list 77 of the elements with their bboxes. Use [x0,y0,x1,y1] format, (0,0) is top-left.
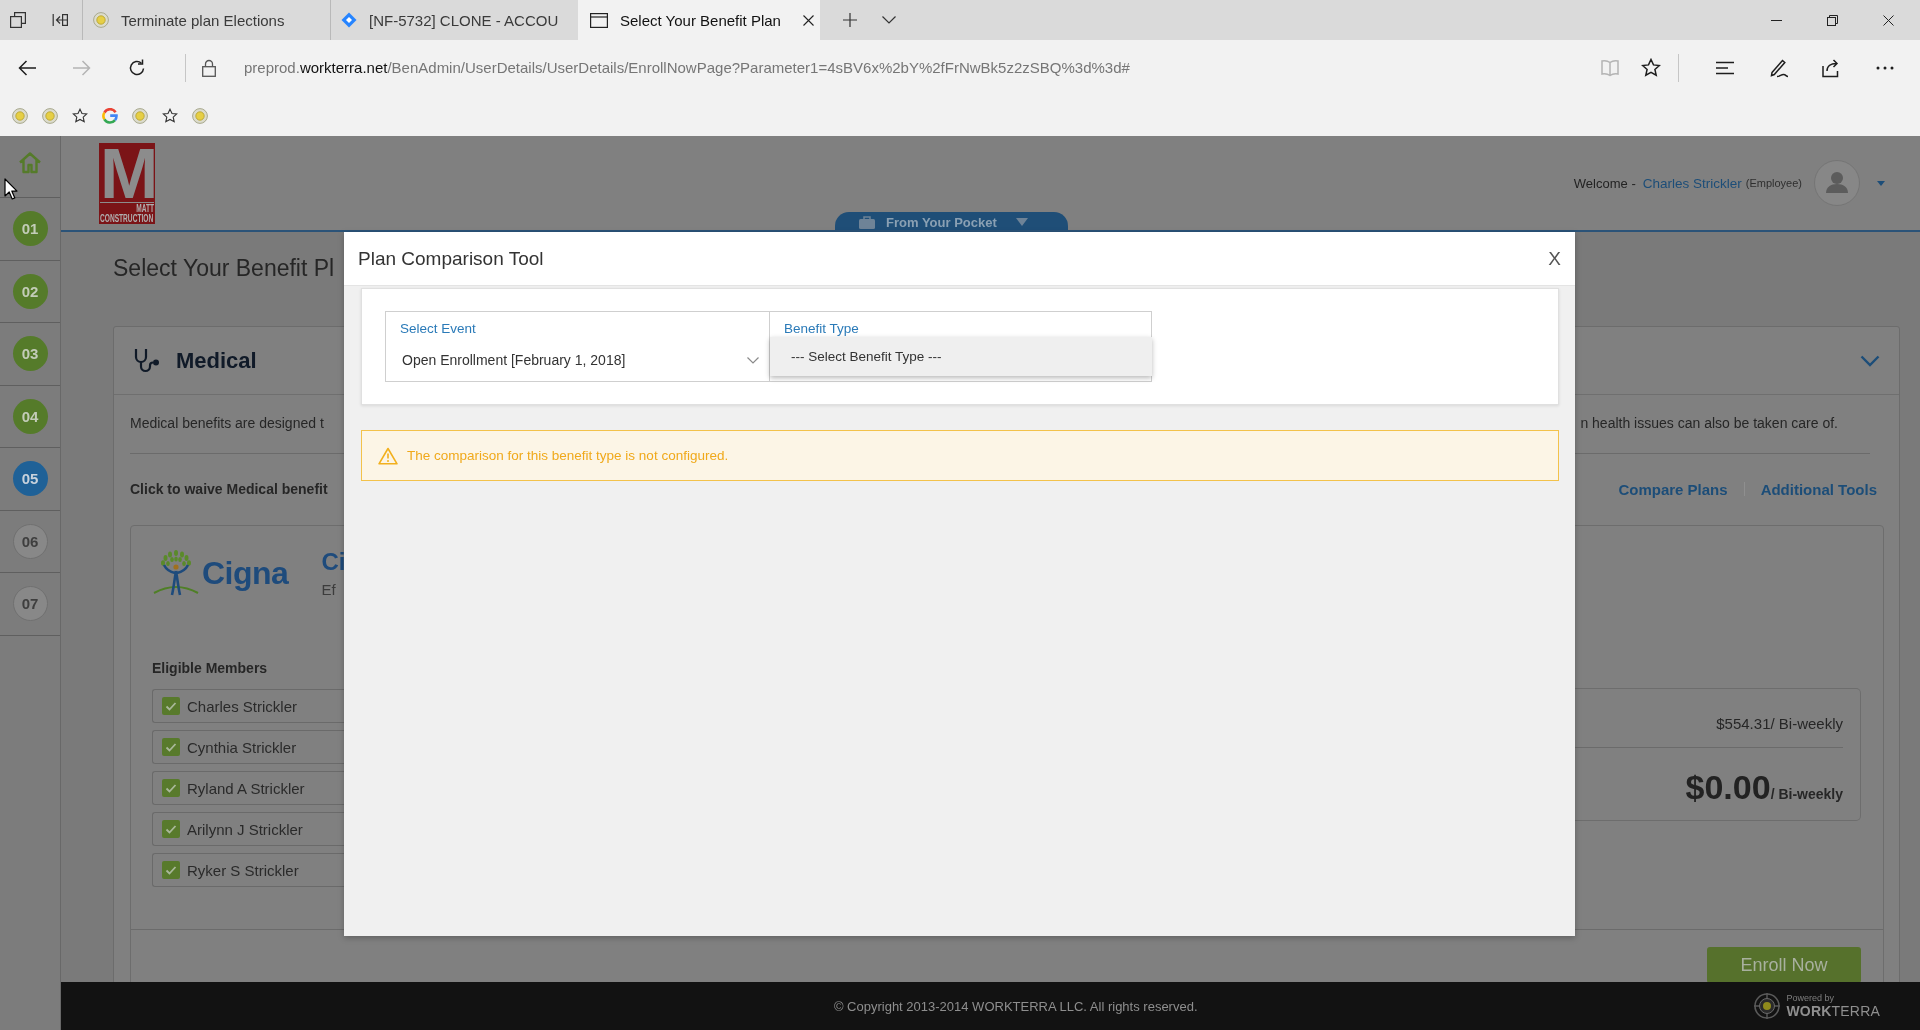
seal-icon[interactable] [192,107,208,124]
description-text: Medical benefits are designed t [130,414,324,432]
checkbox[interactable] [162,738,180,756]
diamond-icon [341,12,357,28]
seal-icon[interactable] [132,107,148,124]
step-button[interactable]: 05 [12,461,48,497]
arrow-to-bar-icon[interactable] [52,12,68,28]
restore-icon[interactable] [1827,14,1838,26]
star-icon[interactable] [72,107,88,124]
step-button[interactable]: 02 [12,273,48,309]
seal-icon[interactable] [42,107,58,124]
chevron-down-icon[interactable] [882,16,896,24]
logo-caption: CONSTRUCTION [100,213,154,224]
modal-title: Plan Comparison Tool [358,247,544,270]
members-heading: Eligible Members [152,659,269,677]
waive-link[interactable]: Click to waive Medical benefit [130,481,328,497]
member-name: Cynthia Strickler [187,738,297,756]
star-icon[interactable] [162,107,178,124]
page-title: Select Your Benefit Pl [113,254,335,282]
checkbox[interactable] [162,820,180,838]
welcome-text: Welcome - [1573,175,1636,191]
step-button[interactable]: 01 [12,211,48,247]
step-button[interactable]: 06 [12,523,48,559]
warning-icon [378,446,398,465]
plan-name: Ci [321,549,346,575]
close-icon[interactable] [803,14,814,26]
avatar-icon[interactable] [1814,160,1860,206]
tree-icon [152,549,200,597]
card-title: Medical [176,347,257,374]
checkbox[interactable] [162,697,180,715]
window-stack-icon[interactable] [10,12,26,28]
cursor-icon [4,178,18,200]
step-button[interactable]: 04 [12,398,48,434]
logo-letter: M [100,144,154,203]
pocket-button[interactable]: From Your Pocket [835,212,1068,230]
window-icon [590,12,608,28]
full-cost-text: $554.31/ Bi-weekly [1716,715,1843,732]
member-name: Ryker S Strickler [187,861,299,879]
logo-caption: MATT [136,203,154,214]
g-logo-icon[interactable] [102,107,118,124]
effective-date-text: Ef [321,581,337,599]
tools-link[interactable]: Additional Tools [1760,480,1877,498]
refresh-icon[interactable] [127,57,147,78]
seal-icon[interactable] [12,107,28,124]
member-name: Arilynn J Strickler [187,820,303,838]
lock-icon [202,58,216,77]
cost-period: / Bi-weekly [1770,786,1843,802]
stethoscope-icon [133,346,161,375]
alert-text: The comparison for this benefit type is not configured. [407,448,729,463]
brand-text: WORKTERRA [1786,1003,1880,1019]
compare-plans-link[interactable]: Compare Plans [1618,480,1728,498]
target-icon [1754,993,1781,1019]
user-role-text: (Employee) [1745,177,1802,189]
share-icon[interactable] [1821,57,1841,78]
copyright-text: © Copyright 2013-2014 WORKTERRA LLC. All rights reserved. [832,998,1199,1014]
member-name: Ryland A Strickler [187,779,305,797]
description-text: n health issues can also be taken care of. [1580,414,1838,432]
pen-icon[interactable] [1769,57,1789,78]
star-icon[interactable] [1641,57,1661,78]
user-name-link[interactable]: Charles Strickler [1642,175,1742,191]
step-button[interactable]: 03 [12,336,48,372]
browser-tab[interactable]: Select Your Benefit Plan [578,0,820,40]
step-button[interactable]: 07 [12,586,48,622]
close-icon[interactable] [1883,14,1894,26]
powered-by-text: Powered by [1786,993,1835,1003]
plus-icon[interactable] [843,13,857,27]
member-name: Charles Strickler [187,697,298,715]
cost-amount: $0.00 [1685,767,1771,807]
checkbox[interactable] [162,861,180,879]
caret-icon[interactable] [1877,180,1885,186]
seal-icon [93,12,109,28]
checkbox[interactable] [162,779,180,797]
logo-text: Cigna [202,554,289,593]
close-button[interactable]: X [1548,247,1561,270]
caret-icon [1015,218,1028,226]
briefcase-icon [859,215,875,229]
enroll-button[interactable]: Enroll Now [1707,947,1861,982]
